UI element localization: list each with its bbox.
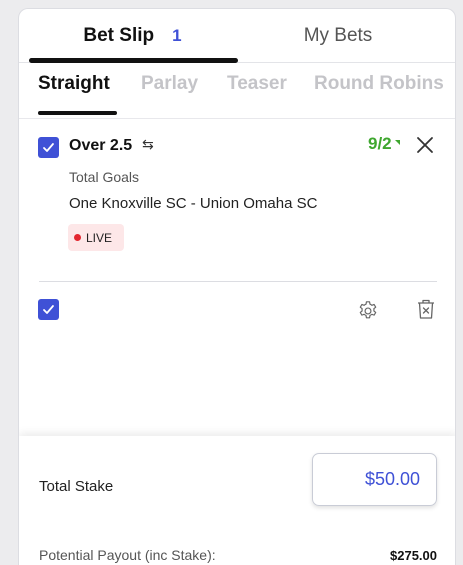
bet-slip-panel: Bet Slip 1 My Bets Straight Parlay Tease… — [18, 8, 456, 565]
tab-teaser[interactable]: Teaser — [227, 73, 287, 95]
checkmark-icon — [43, 305, 54, 314]
payout-label: Potential Payout (inc Stake): — [39, 547, 216, 563]
tab-parlay[interactable]: Parlay — [141, 73, 198, 95]
total-stake-input[interactable]: $50.00 — [312, 453, 437, 506]
odds-value: 9/2 — [368, 134, 392, 153]
trash-icon[interactable] — [416, 298, 436, 320]
live-label: LIVE — [86, 230, 113, 245]
select-all-checkbox[interactable] — [38, 299, 59, 320]
tab-straight[interactable]: Straight — [38, 73, 110, 95]
main-tabs: Bet Slip 1 My Bets — [19, 9, 455, 63]
tab-my-bets[interactable]: My Bets — [238, 9, 438, 63]
active-bet-type-indicator — [38, 111, 117, 115]
close-icon[interactable] — [415, 135, 435, 155]
payout-value: $275.00 — [390, 548, 437, 563]
odds-change-arrow-icon — [394, 139, 400, 145]
gear-icon[interactable] — [357, 300, 379, 322]
tab-my-bets-label: My Bets — [303, 25, 373, 46]
odds-display[interactable]: 9/2 — [368, 134, 400, 154]
selection-title: Over 2.5 — [69, 137, 133, 154]
total-stake-label: Total Stake — [39, 478, 114, 495]
stake-footer: Total Stake $50.00 Potential Payout (inc… — [19, 436, 455, 565]
market-name: Total Goals — [69, 169, 140, 185]
swap-arrows-icon[interactable]: ⇆ — [142, 136, 154, 153]
live-dot-icon — [74, 234, 81, 241]
selection-checkbox[interactable] — [38, 137, 59, 158]
tab-round-robins[interactable]: Round Robins — [314, 73, 444, 95]
checkmark-icon — [43, 143, 54, 152]
live-badge: LIVE — [68, 224, 124, 251]
divider — [39, 281, 437, 282]
bet-count-badge: 1 — [172, 26, 182, 45]
tab-bet-slip-label: Bet Slip — [83, 25, 155, 46]
event-name: One Knoxville SC - Union Omaha SC — [69, 195, 318, 212]
total-stake-value: $50.00 — [364, 469, 420, 489]
tab-bet-slip[interactable]: Bet Slip 1 — [27, 9, 238, 63]
bet-type-tabs: Straight Parlay Teaser Round Robins — [19, 63, 455, 119]
